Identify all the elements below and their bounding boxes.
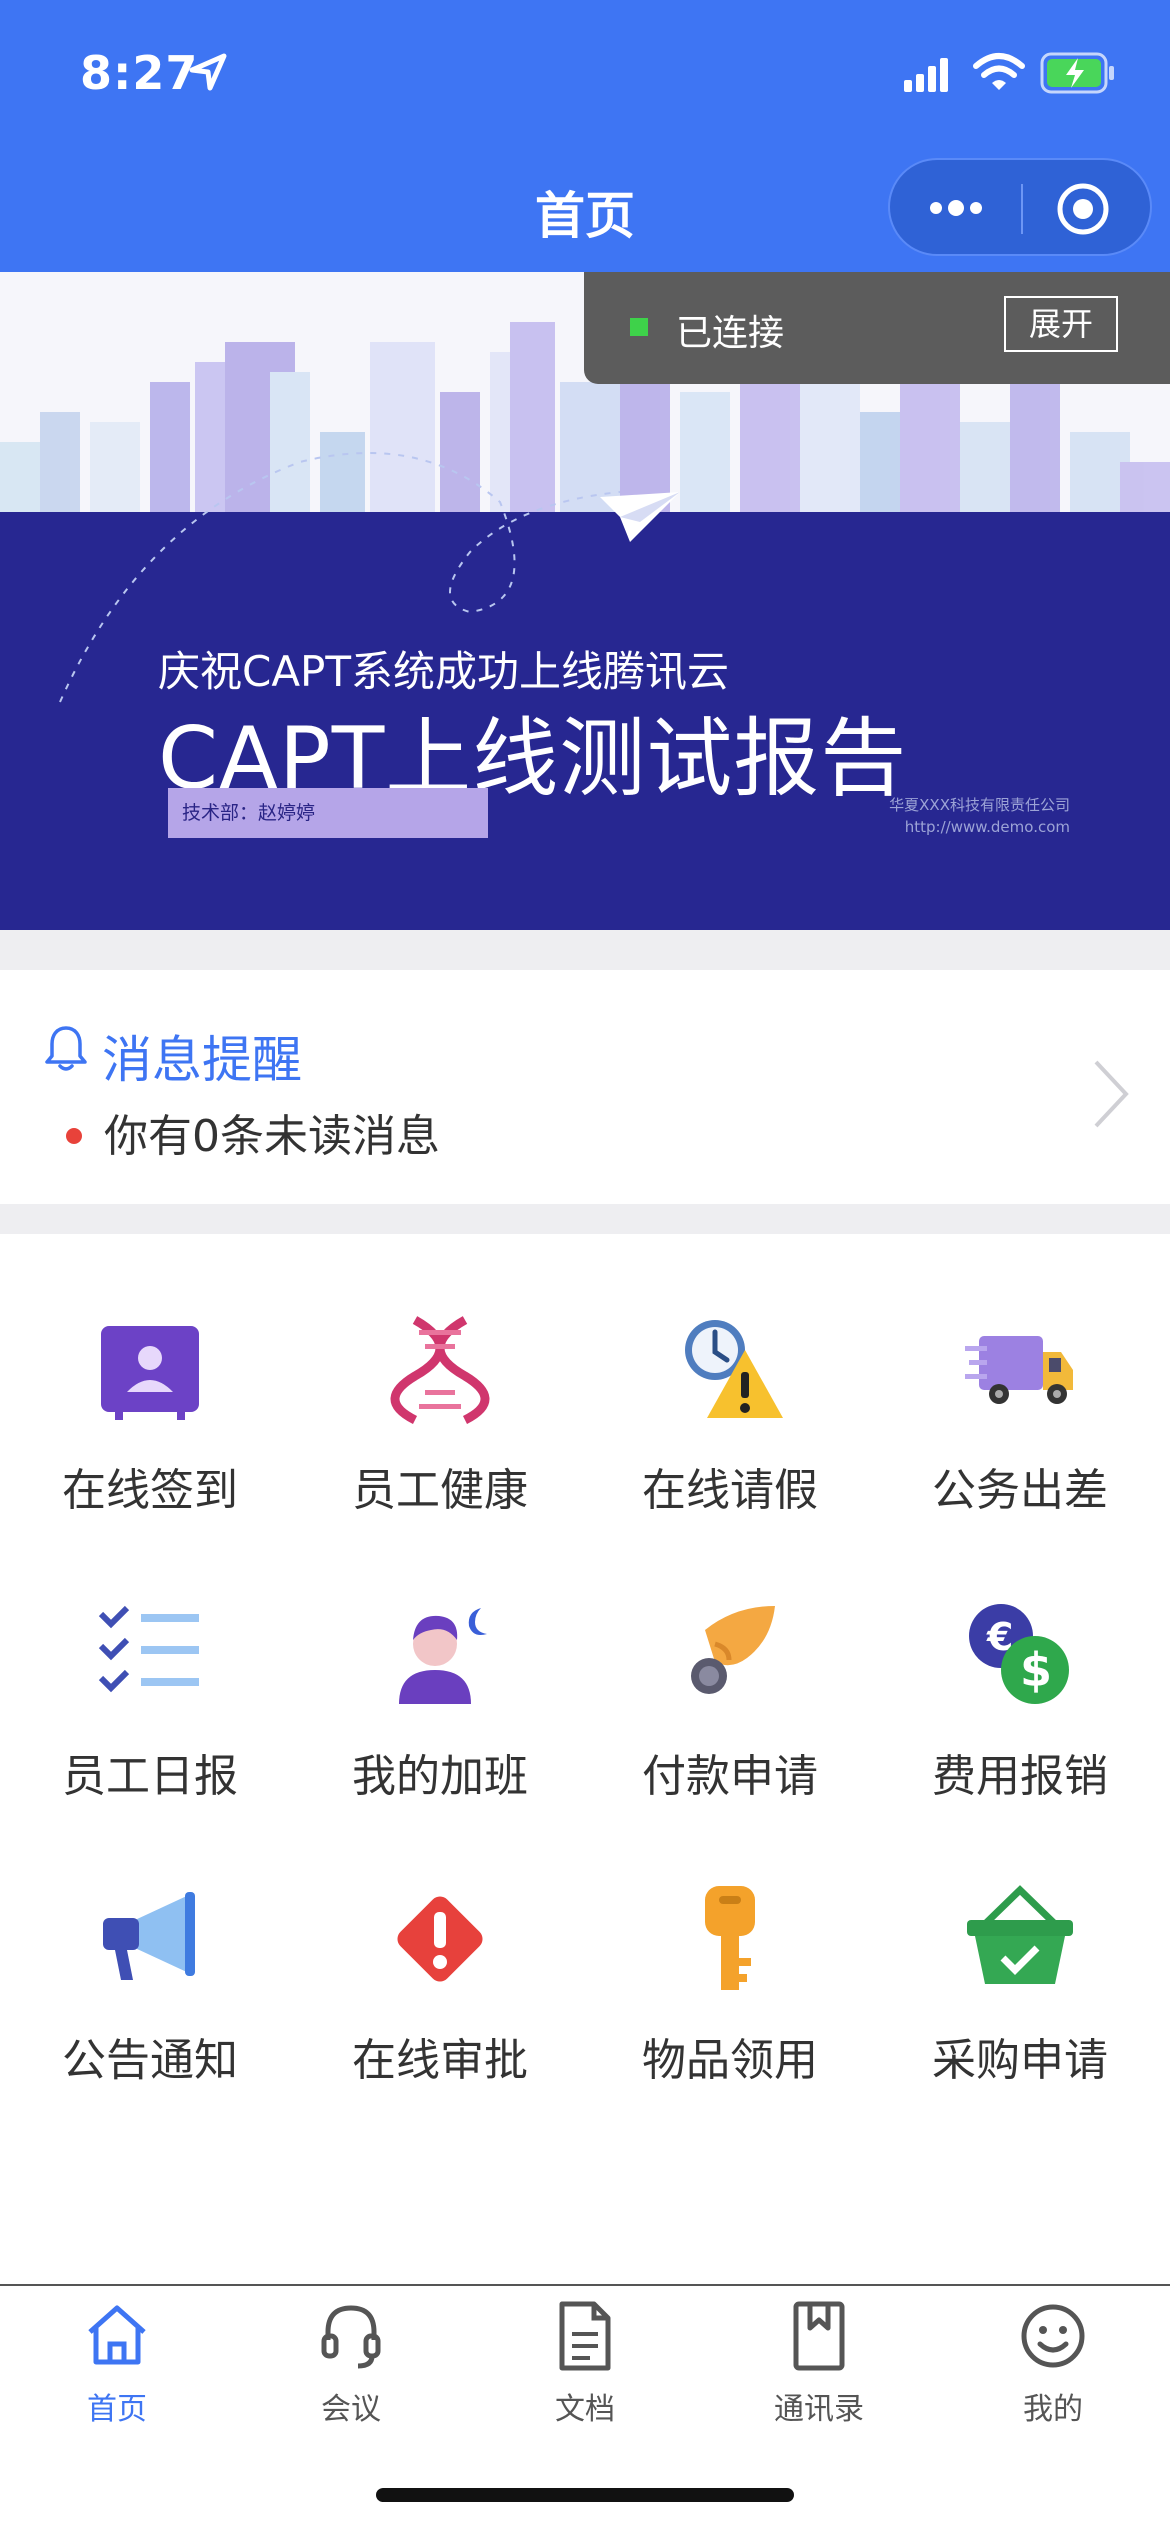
banner-company-name: 华夏XXX科技有限责任公司 xyxy=(889,796,1070,814)
dna-icon xyxy=(390,1316,490,1424)
grid-item-label: 公务出差 xyxy=(932,1465,1108,1516)
connection-status-dot xyxy=(630,318,648,336)
grid-item-health[interactable]: 员工健康 xyxy=(295,1234,585,1516)
currency-icon: € $ xyxy=(969,1604,1069,1704)
headset-icon xyxy=(321,2305,381,2369)
battery-charging-icon xyxy=(1040,52,1114,94)
tab-label: 文档 xyxy=(555,2392,615,2427)
grid-item-label: 员工健康 xyxy=(352,1465,528,1516)
grid-item-announcement[interactable]: 公告通知 xyxy=(5,1804,295,2086)
connection-panel: 已连接 展开 xyxy=(584,272,1170,384)
tab-label: 会议 xyxy=(321,2392,381,2427)
grid-item-daily-report[interactable]: 员工日报 xyxy=(5,1520,295,1802)
grid-item-payment[interactable]: 付款申请 xyxy=(585,1520,875,1802)
address-book-icon xyxy=(793,2301,845,2371)
home-indicator[interactable] xyxy=(376,2488,794,2502)
grid-item-leave[interactable]: 在线请假 xyxy=(585,1234,875,1516)
location-arrow-icon xyxy=(189,53,227,91)
tab-home[interactable]: 首页 xyxy=(0,2286,234,2446)
grid-item-label: 物品领用 xyxy=(642,2035,818,2086)
expand-button[interactable]: 展开 xyxy=(1004,296,1118,352)
tab-label: 通讯录 xyxy=(774,2392,864,2427)
megaphone-icon xyxy=(103,1892,195,1980)
person-moon-icon xyxy=(399,1608,487,1704)
grid-item-supplies[interactable]: 物品领用 xyxy=(585,1804,875,2086)
wifi-icon xyxy=(973,53,1025,90)
grid-item-label: 我的加班 xyxy=(352,1751,528,1802)
grid-item-label: 员工日报 xyxy=(62,1751,238,1802)
message-title: 消息提醒 xyxy=(102,1031,302,1089)
grid-item-label: 付款申请 xyxy=(642,1751,818,1802)
section-divider xyxy=(0,930,1170,970)
grid-item-overtime[interactable]: 我的加班 xyxy=(295,1520,585,1802)
tab-profile[interactable]: 我的 xyxy=(936,2286,1170,2446)
cellular-signal-icon xyxy=(904,58,948,92)
home-icon xyxy=(88,2305,146,2365)
tab-label: 我的 xyxy=(1023,2392,1083,2427)
grid-item-label: 在线签到 xyxy=(62,1465,238,1516)
banner-tag: 技术部：赵婷婷 xyxy=(168,788,488,838)
close-circle-icon[interactable] xyxy=(1056,182,1110,236)
more-dots-icon[interactable] xyxy=(926,190,986,226)
grid-item-label: 采购申请 xyxy=(932,2035,1108,2086)
clock-warning-icon xyxy=(685,1320,783,1418)
hand-coin-icon xyxy=(691,1606,775,1694)
checkin-icon xyxy=(101,1326,199,1420)
grid-item-label: 在线审批 xyxy=(352,2035,528,2086)
truck-icon xyxy=(965,1336,1073,1404)
message-reminder[interactable]: 消息提醒 你有0条未读消息 xyxy=(0,970,1170,1204)
grid-item-approval[interactable]: 在线审批 xyxy=(295,1804,585,2086)
chevron-right-icon xyxy=(1094,1060,1129,1128)
tab-meeting[interactable]: 会议 xyxy=(234,2286,468,2446)
capsule-divider xyxy=(1021,184,1023,234)
smiley-icon xyxy=(1021,2304,1085,2368)
checklist-icon xyxy=(98,1605,199,1693)
grid-item-checkin[interactable]: 在线签到 xyxy=(5,1234,295,1516)
document-icon xyxy=(559,2301,611,2371)
banner-company-url: http://www.demo.com xyxy=(904,818,1070,836)
grid-item-label: 费用报销 xyxy=(932,1751,1108,1802)
grid-item-label: 公告通知 xyxy=(62,2035,238,2086)
mini-program-capsule xyxy=(888,158,1152,256)
grid-item-label: 在线请假 xyxy=(642,1465,818,1516)
grid-item-business-trip[interactable]: 公务出差 xyxy=(875,1234,1165,1516)
tab-label: 首页 xyxy=(87,2392,147,2427)
unread-dot xyxy=(66,1128,82,1144)
key-icon xyxy=(705,1886,755,1990)
section-divider xyxy=(0,1204,1170,1234)
bell-icon xyxy=(45,1026,87,1071)
status-bar: 8:27 xyxy=(0,0,1170,150)
grid-item-procurement[interactable]: 采购申请 xyxy=(875,1804,1165,2086)
grid-item-reimbursement[interactable]: € $ 费用报销 xyxy=(875,1520,1165,1802)
top-bar: 8:27 首页 xyxy=(0,0,1170,272)
message-text: 你有0条未读消息 xyxy=(104,1111,440,1162)
status-time: 8:27 xyxy=(80,46,199,100)
alert-diamond-icon xyxy=(397,1896,483,1982)
basket-icon xyxy=(967,1885,1073,1984)
tab-documents[interactable]: 文档 xyxy=(468,2286,702,2446)
tab-contacts[interactable]: 通讯录 xyxy=(702,2286,936,2446)
svg-text:$: $ xyxy=(1020,1643,1052,1697)
banner-company: 华夏XXX科技有限责任公司 http://www.demo.com xyxy=(889,794,1070,838)
connection-status-label: 已连接 xyxy=(676,313,785,354)
